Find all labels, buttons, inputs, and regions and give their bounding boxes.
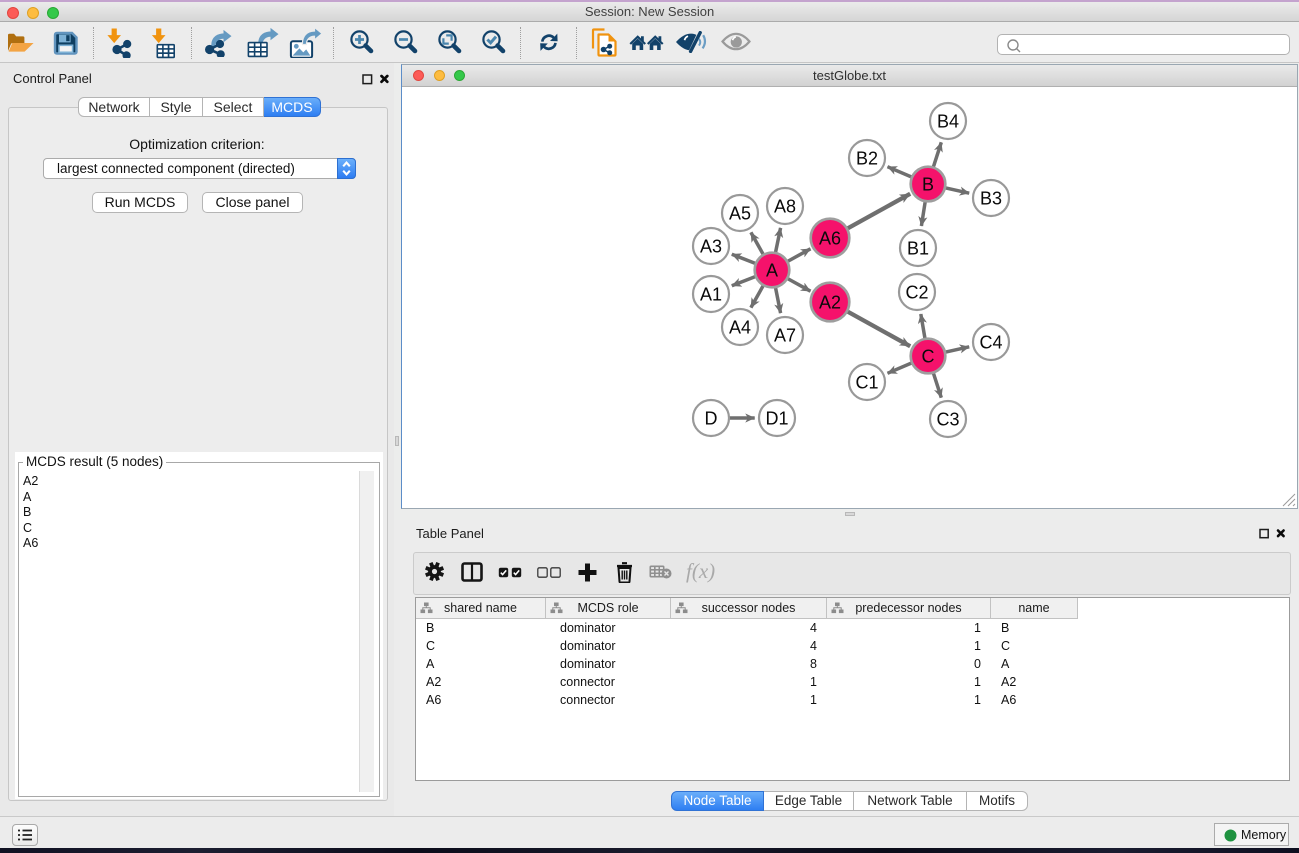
svg-text:A4: A4 [729,317,751,337]
svg-text:A1: A1 [700,284,722,304]
svg-text:A7: A7 [774,325,796,345]
svg-text:B2: B2 [856,148,878,168]
svg-text:A6: A6 [819,228,841,248]
svg-text:A8: A8 [774,196,796,216]
svg-text:A3: A3 [700,236,722,256]
svg-text:D: D [705,408,718,428]
svg-text:C1: C1 [855,372,878,392]
svg-text:C2: C2 [905,282,928,302]
svg-text:C4: C4 [979,332,1002,352]
svg-text:C3: C3 [936,409,959,429]
svg-text:A: A [766,260,778,280]
svg-text:A2: A2 [819,292,841,312]
svg-text:B4: B4 [937,111,959,131]
svg-text:C: C [922,346,935,366]
svg-text:A5: A5 [729,203,751,223]
svg-text:B3: B3 [980,188,1002,208]
svg-text:B1: B1 [907,238,929,258]
svg-text:D1: D1 [765,408,788,428]
svg-text:B: B [922,174,934,194]
